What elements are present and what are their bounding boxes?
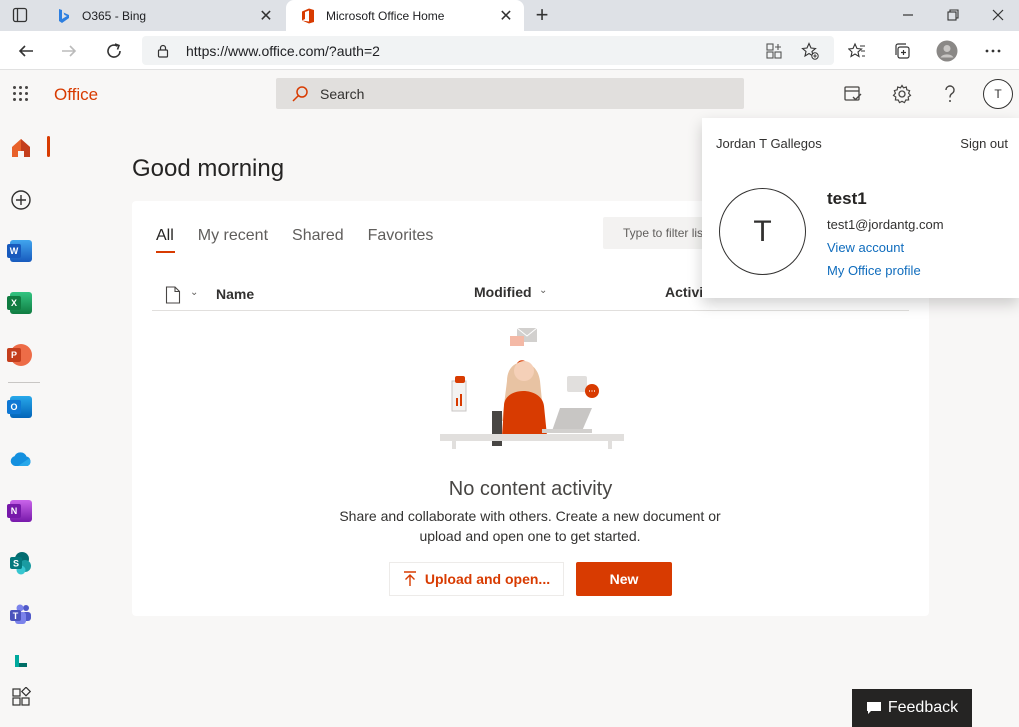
tab-all[interactable]: All xyxy=(156,227,175,253)
header-divider xyxy=(152,310,909,311)
favorites-icon[interactable] xyxy=(845,39,869,63)
more-options-icon[interactable] xyxy=(981,39,1005,63)
chat-bubble-icon xyxy=(866,702,881,714)
tab-actions-icon[interactable] xyxy=(12,7,28,23)
upload-label: Upload and open... xyxy=(424,571,551,587)
rail-divider xyxy=(8,382,40,383)
search-placeholder: Search xyxy=(320,85,365,102)
empty-state-title: No content activity xyxy=(448,478,613,500)
office-header: Office Search T xyxy=(0,71,1019,118)
file-type-icon[interactable] xyxy=(165,286,181,309)
tab-shared[interactable]: Shared xyxy=(292,227,344,245)
account-avatar-large: T xyxy=(719,188,806,275)
chevron-down-icon[interactable]: ⌄ xyxy=(539,285,547,296)
excel-icon[interactable]: X xyxy=(7,290,34,316)
profile-icon[interactable] xyxy=(935,39,959,63)
onedrive-icon[interactable] xyxy=(8,446,34,472)
view-account-link[interactable]: View account xyxy=(827,240,904,255)
empty-state-illustration xyxy=(440,327,624,449)
column-name[interactable]: Name xyxy=(216,286,254,302)
chevron-down-icon[interactable]: ⌄ xyxy=(190,287,198,298)
help-icon[interactable] xyxy=(939,83,961,105)
refresh-button[interactable] xyxy=(102,39,126,63)
settings-gear-icon[interactable] xyxy=(891,83,913,105)
sign-out-link[interactable]: Sign out xyxy=(960,136,1008,151)
home-icon[interactable] xyxy=(8,135,34,161)
app-available-icon[interactable] xyxy=(762,39,786,63)
account-username: test1 xyxy=(827,189,867,208)
teams-icon[interactable]: T xyxy=(8,602,34,628)
minimize-button[interactable] xyxy=(896,4,920,26)
svg-text:S: S xyxy=(13,559,19,569)
sharepoint-icon[interactable]: S xyxy=(8,550,34,576)
browser-tab-bing[interactable]: O365 - Bing ✕ xyxy=(42,0,284,31)
tab-my-recent[interactable]: My recent xyxy=(198,227,268,245)
account-avatar[interactable]: T xyxy=(983,79,1013,109)
account-flyout: Jordan T Gallegos Sign out T test1 test1… xyxy=(702,118,1019,298)
account-display-name: Jordan T Gallegos xyxy=(716,136,822,151)
bookings-icon[interactable] xyxy=(8,649,34,675)
tab-title: O365 - Bing xyxy=(82,8,147,23)
upload-and-open-button[interactable]: Upload and open... xyxy=(389,562,564,596)
url-text: https://www.office.com/?auth=2 xyxy=(186,42,380,59)
browser-tab-office[interactable]: Microsoft Office Home ✕ xyxy=(286,0,524,31)
column-activity[interactable]: Activity xyxy=(665,284,703,300)
back-button[interactable] xyxy=(14,39,38,63)
feedback-label: Feedback xyxy=(887,699,959,716)
file-tabs: All My recent Shared Favorites xyxy=(156,227,457,253)
address-bar[interactable]: https://www.office.com/?auth=2 xyxy=(142,36,834,65)
outlook-icon[interactable]: O xyxy=(7,394,34,420)
greeting-heading: Good morning xyxy=(132,155,285,182)
bing-icon xyxy=(56,8,72,24)
app-rail: W X P O N S T xyxy=(0,118,56,727)
feedback-button[interactable]: Feedback xyxy=(852,689,972,727)
office-icon xyxy=(300,8,316,24)
office-brand[interactable]: Office xyxy=(54,85,98,105)
empty-state-description: Share and collaborate with others. Creat… xyxy=(339,508,721,544)
new-tab-button[interactable]: + xyxy=(532,4,552,26)
create-icon[interactable] xyxy=(8,187,34,213)
my-day-icon[interactable] xyxy=(842,83,864,105)
restore-button[interactable] xyxy=(941,4,965,26)
powerpoint-icon[interactable]: P xyxy=(7,342,34,368)
close-window-button[interactable] xyxy=(986,4,1010,26)
all-apps-icon[interactable] xyxy=(8,684,34,710)
word-icon[interactable]: W xyxy=(7,238,34,264)
browser-toolbar: https://www.office.com/?auth=2 xyxy=(0,31,1019,70)
close-icon[interactable]: ✕ xyxy=(256,6,276,26)
app-launcher-icon[interactable] xyxy=(13,86,29,102)
tab-title: Microsoft Office Home xyxy=(326,8,445,23)
add-favorite-icon[interactable] xyxy=(798,39,822,63)
active-indicator xyxy=(47,136,50,157)
browser-tab-strip: O365 - Bing ✕ Microsoft Office Home ✕ + xyxy=(0,0,1019,31)
my-office-profile-link[interactable]: My Office profile xyxy=(827,263,921,278)
tab-favorites[interactable]: Favorites xyxy=(368,227,434,245)
lock-icon xyxy=(157,44,169,58)
forward-button[interactable] xyxy=(57,39,81,63)
svg-text:T: T xyxy=(13,611,19,621)
column-modified[interactable]: Modified xyxy=(474,284,532,300)
upload-icon xyxy=(403,571,416,586)
account-email: test1@jordantg.com xyxy=(827,217,944,232)
onenote-icon[interactable]: N xyxy=(7,498,34,524)
search-icon xyxy=(292,85,308,102)
collections-icon[interactable] xyxy=(890,39,914,63)
close-icon[interactable]: ✕ xyxy=(496,6,516,26)
new-button[interactable]: New xyxy=(576,562,672,596)
search-input[interactable]: Search xyxy=(276,78,744,109)
